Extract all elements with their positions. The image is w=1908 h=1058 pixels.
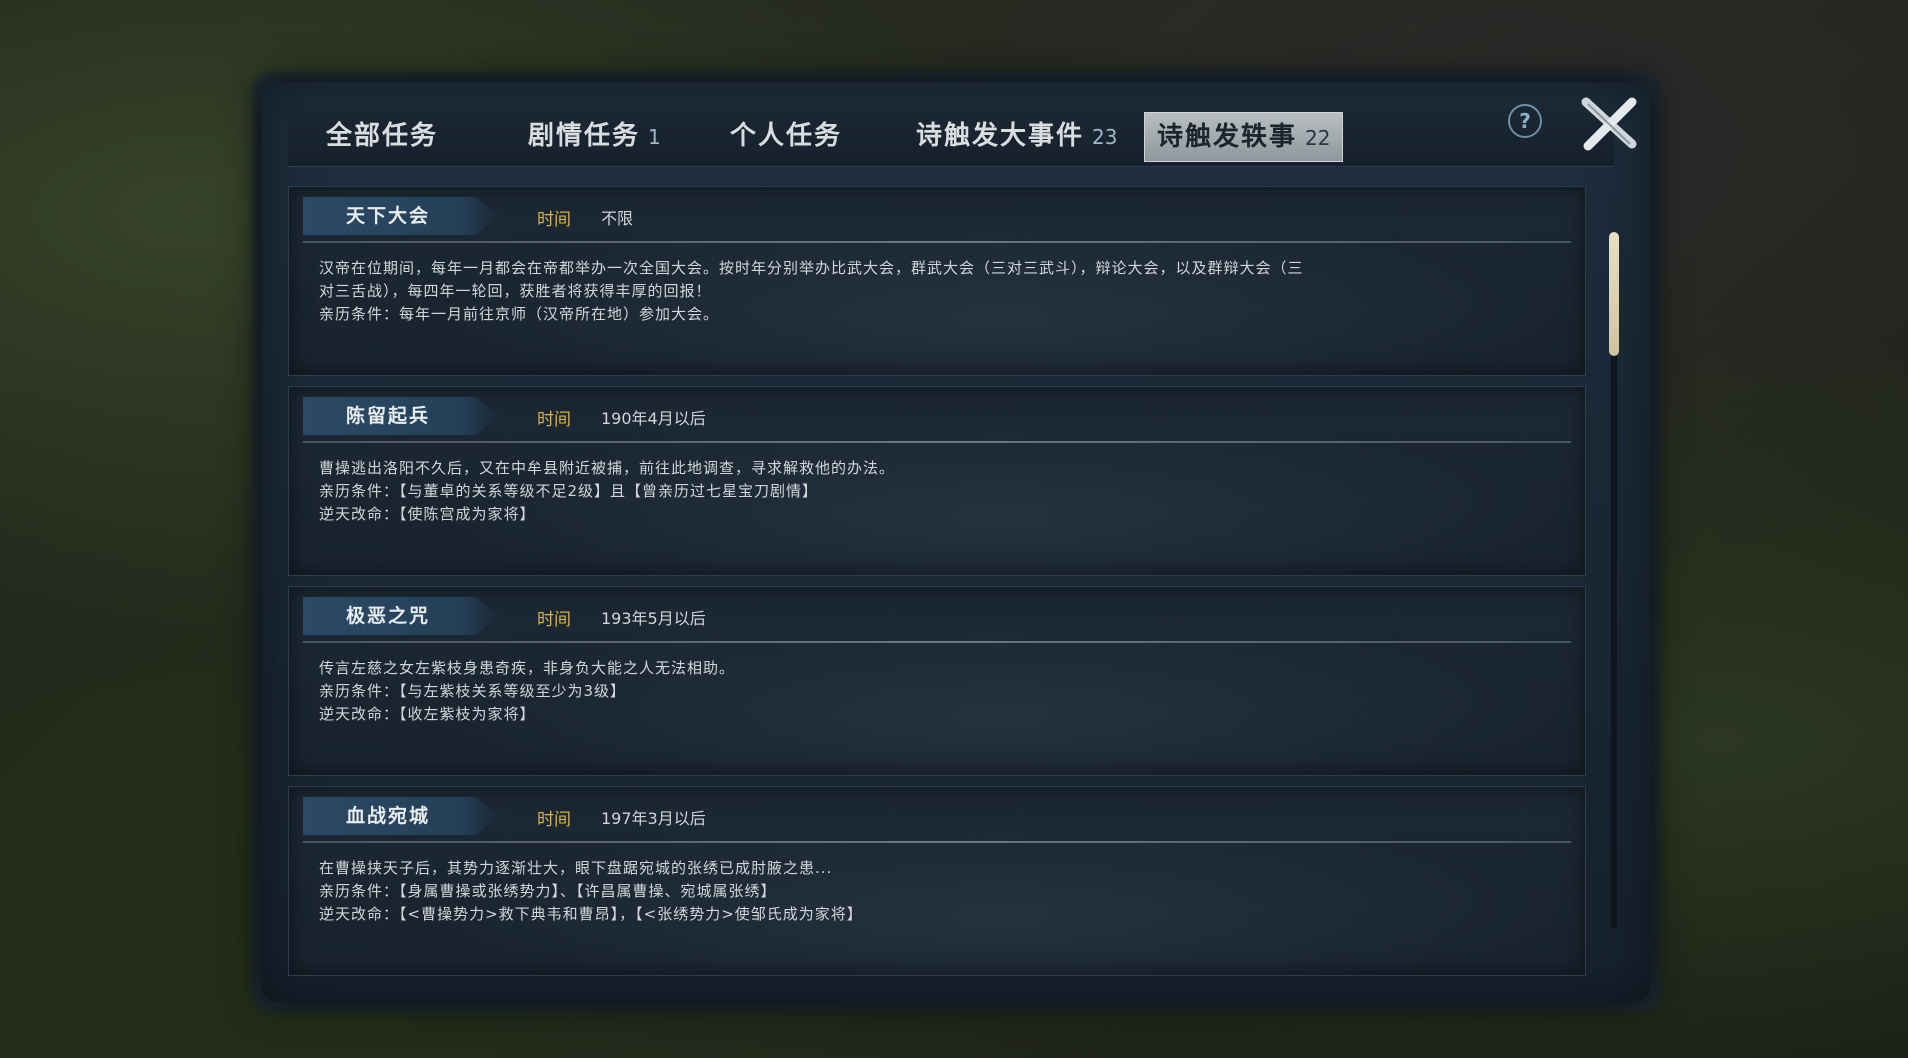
divider: [303, 641, 1571, 643]
time-label: 时间: [537, 410, 571, 430]
tab-all-quests[interactable]: 全部任务: [326, 112, 438, 160]
event-title: 血战宛城: [345, 805, 430, 827]
event-title: 极恶之咒: [345, 605, 430, 627]
time-label: 时间: [537, 610, 571, 630]
help-icon[interactable]: ?: [1508, 104, 1542, 138]
condition-line: 亲历条件：【身属曹操或张绣势力】、【许昌属曹操、宛城属张绣】: [319, 882, 777, 900]
condition-line: 亲历条件：【与董卓的关系等级不足2级】且【曾亲历过七星宝刀剧情】: [319, 482, 819, 500]
time-value: 193年5月以后: [601, 609, 706, 628]
event-description: 传言左慈之女左紫枝身患奇疾，非身负大能之人无法相助。 亲历条件：【与左紫枝关系等…: [319, 657, 1559, 726]
time-label: 时间: [537, 810, 571, 830]
tab-count: 23: [1092, 125, 1118, 149]
event-card[interactable]: 血战宛城 时间 197年3月以后 在曹操挟天子后，其势力逐渐壮大，眼下盘踞宛城的…: [288, 786, 1586, 976]
tab-label: 诗触发轶事: [1157, 122, 1298, 152]
event-title: 陈留起兵: [345, 405, 430, 427]
condition-line: 亲历条件：【与左紫枝关系等级至少为3级】: [319, 682, 627, 700]
event-title: 天下大会: [345, 205, 430, 227]
reward-line: 逆天改命：【收左紫枝为家将】: [319, 705, 536, 723]
close-icon[interactable]: [1578, 92, 1642, 156]
time-value: 不限: [601, 209, 634, 228]
description-line: 对三舌战），每四年一轮回，获胜者将获得丰厚的回报！: [319, 282, 712, 300]
condition-line: 亲历条件：每年一月前往京师（汉帝所在地）参加大会。: [319, 305, 720, 323]
divider: [303, 441, 1571, 443]
scrollbar-thumb[interactable]: [1609, 232, 1619, 356]
tab-label: 剧情任务: [528, 121, 641, 151]
description-line: 在曹操挟天子后，其势力逐渐壮大，眼下盘踞宛城的张绣已成肘腋之患...: [319, 859, 833, 877]
description-line: 传言左慈之女左紫枝身患奇疾，非身负大能之人无法相助。: [319, 659, 736, 677]
tab-count: 1: [648, 125, 661, 149]
tab-bar: 全部任务 剧情任务 1 个人任务 诗触发大事件 23 诗触发轶事 22: [288, 106, 1614, 167]
tab-personal-quests[interactable]: 个人任务: [730, 112, 842, 160]
reward-line: 逆天改命：【<曹操势力>救下典韦和曹昂】，【<张绣势力>使邹氏成为家将】: [319, 905, 863, 923]
tab-label: 诗触发大事件: [916, 121, 1085, 151]
event-card[interactable]: 极恶之咒 时间 193年5月以后 传言左慈之女左紫枝身患奇疾，非身负大能之人无法…: [288, 586, 1586, 776]
tab-anecdotes[interactable]: 诗触发轶事 22: [1144, 112, 1344, 162]
reward-line: 逆天改命：【使陈宫成为家将】: [319, 505, 536, 523]
description-line: 曹操逃出洛阳不久后，又在中牟县附近被捕，前往此地调查，寻求解救他的办法。: [319, 459, 896, 477]
time-label: 时间: [537, 210, 571, 230]
tab-story-quests[interactable]: 剧情任务 1: [528, 112, 661, 160]
event-list[interactable]: 天下大会 时间 不限 汉帝在位期间，每年一月都会在帝都举办一次全国大会。按时年分…: [288, 186, 1586, 976]
tab-count: 22: [1305, 126, 1331, 150]
tab-major-events[interactable]: 诗触发大事件 23: [916, 112, 1117, 160]
event-card[interactable]: 天下大会 时间 不限 汉帝在位期间，每年一月都会在帝都举办一次全国大会。按时年分…: [288, 186, 1586, 376]
event-description: 在曹操挟天子后，其势力逐渐壮大，眼下盘踞宛城的张绣已成肘腋之患... 亲历条件：…: [319, 857, 1559, 926]
time-value: 190年4月以后: [601, 409, 706, 428]
event-description: 汉帝在位期间，每年一月都会在帝都举办一次全国大会。按时年分别举办比武大会，群武大…: [319, 257, 1559, 326]
time-value: 197年3月以后: [601, 809, 706, 828]
tab-label: 全部任务: [326, 121, 439, 151]
event-description: 曹操逃出洛阳不久后，又在中牟县附近被捕，前往此地调查，寻求解救他的办法。 亲历条…: [319, 457, 1559, 526]
event-card[interactable]: 陈留起兵 时间 190年4月以后 曹操逃出洛阳不久后，又在中牟县附近被捕，前往此…: [288, 386, 1586, 576]
divider: [303, 241, 1571, 243]
divider: [303, 841, 1571, 843]
tab-label: 个人任务: [730, 121, 843, 151]
description-line: 汉帝在位期间，每年一月都会在帝都举办一次全国大会。按时年分别举办比武大会，群武大…: [319, 259, 1304, 277]
